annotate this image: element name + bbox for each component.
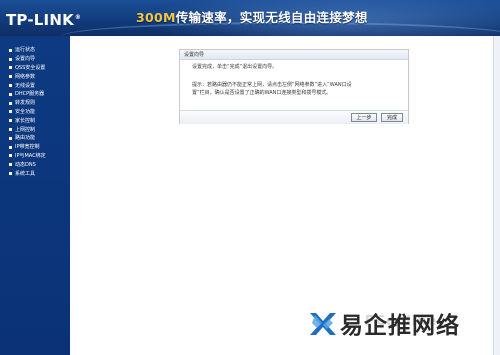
sidebar-item-label: DHCP服务器 — [15, 91, 45, 98]
sidebar-menu: 运行状态 设置向导 QSS安全设置 网络参数 无线设置 DHCP服务器 转发规则… — [0, 36, 70, 355]
slogan-speed: 300M — [136, 10, 176, 25]
sidebar-item-system-tools[interactable]: 系统工具 — [0, 169, 70, 178]
sidebar-item-label: 设置向导 — [15, 56, 36, 63]
tip-line-1: 提示：若路由器仍不能正常上网，请点击左侧“网络参数”进入“WAN口设 — [192, 82, 352, 88]
sidebar-item-wireless[interactable]: 无线设置 — [0, 81, 70, 90]
sidebar-item-access-control[interactable]: 上网控制 — [0, 125, 70, 134]
sidebar-item-label: 动态DNS — [15, 161, 36, 168]
sidebar-item-label: 系统工具 — [15, 170, 36, 177]
sidebar-item-label: IP与MAC绑定 — [15, 152, 46, 159]
sidebar-item-label: 安全功能 — [15, 108, 36, 115]
bullet-icon — [9, 110, 12, 114]
sidebar-item-bandwidth[interactable]: IP带宽控制 — [0, 143, 70, 152]
sidebar-item-label: 运行状态 — [15, 47, 36, 54]
bullet-icon — [9, 119, 12, 123]
back-button[interactable]: 上一步 — [351, 113, 377, 122]
logo-registered-mark: ® — [74, 14, 82, 21]
slogan-text: 传输速率，实现无线自由连接梦想 — [175, 10, 368, 25]
bullet-icon — [9, 66, 12, 70]
scrollbar-track[interactable] — [493, 36, 500, 355]
sidebar-item-forwarding[interactable]: 转发规则 — [0, 99, 70, 108]
sidebar-item-dhcp[interactable]: DHCP服务器 — [0, 90, 70, 99]
sidebar-item-label: IP带宽控制 — [15, 144, 40, 151]
sidebar-item-label: 网络参数 — [15, 73, 36, 80]
watermark-text: 易企推网络 — [340, 312, 460, 339]
sidebar-item-label: 家长控制 — [15, 117, 36, 124]
bullet-icon — [9, 57, 12, 61]
dialog-titlebar: 设置向导 — [180, 50, 408, 60]
sidebar-item-network[interactable]: 网络参数 — [0, 72, 70, 81]
banner-slogan: 300M传输速率，实现无线自由连接梦想 — [136, 8, 368, 28]
sidebar-item-label: 无线设置 — [15, 82, 36, 89]
bullet-icon — [9, 101, 12, 105]
sidebar-item-label: 路由功能 — [15, 135, 36, 142]
sidebar-item-qss[interactable]: QSS安全设置 — [0, 64, 70, 73]
bullet-icon — [9, 48, 12, 52]
bullet-icon — [9, 84, 12, 88]
tp-link-logo: TP-LINK® — [6, 7, 81, 29]
sidebar-item-label: 转发规则 — [15, 100, 36, 107]
bullet-icon — [9, 163, 12, 167]
header-banner: TP-LINK® 300M传输速率，实现无线自由连接梦想 — [0, 0, 500, 36]
sidebar-item-status[interactable]: 运行状态 — [0, 46, 70, 55]
bullet-icon — [9, 145, 12, 149]
dialog-button-row: 上一步 完成 — [180, 110, 408, 124]
bullet-icon — [9, 128, 12, 132]
tip-line-2: 置”栏目，确认是否设置了正确的WAN口连接类型和拨号模式。 — [192, 90, 332, 96]
sidebar-item-ddns[interactable]: 动态DNS — [0, 160, 70, 169]
bullet-icon — [9, 154, 12, 158]
watermark-logo-icon — [310, 313, 336, 335]
sidebar-item-label: 上网控制 — [15, 126, 36, 133]
finish-button[interactable]: 完成 — [381, 113, 403, 122]
bullet-icon — [9, 92, 12, 96]
logo-text: TP-LINK — [6, 11, 74, 29]
bullet-icon — [9, 75, 12, 79]
completion-message: 设置完成，单击“完成”退出设置向导。 — [192, 64, 278, 70]
bullet-icon — [9, 172, 12, 176]
sidebar-item-security[interactable]: 安全功能 — [0, 108, 70, 117]
bullet-icon — [9, 136, 12, 140]
setup-wizard-dialog: 设置向导 设置完成，单击“完成”退出设置向导。 提示：若路由器仍不能正常上网，请… — [179, 49, 409, 124]
sidebar-item-ip-mac[interactable]: IP与MAC绑定 — [0, 152, 70, 161]
sidebar-item-parental[interactable]: 家长控制 — [0, 116, 70, 125]
sidebar-item-setup-wizard[interactable]: 设置向导 — [0, 55, 70, 64]
dialog-title: 设置向导 — [184, 52, 205, 58]
sidebar-item-routing[interactable]: 路由功能 — [0, 134, 70, 143]
sidebar-item-label: QSS安全设置 — [15, 64, 46, 71]
